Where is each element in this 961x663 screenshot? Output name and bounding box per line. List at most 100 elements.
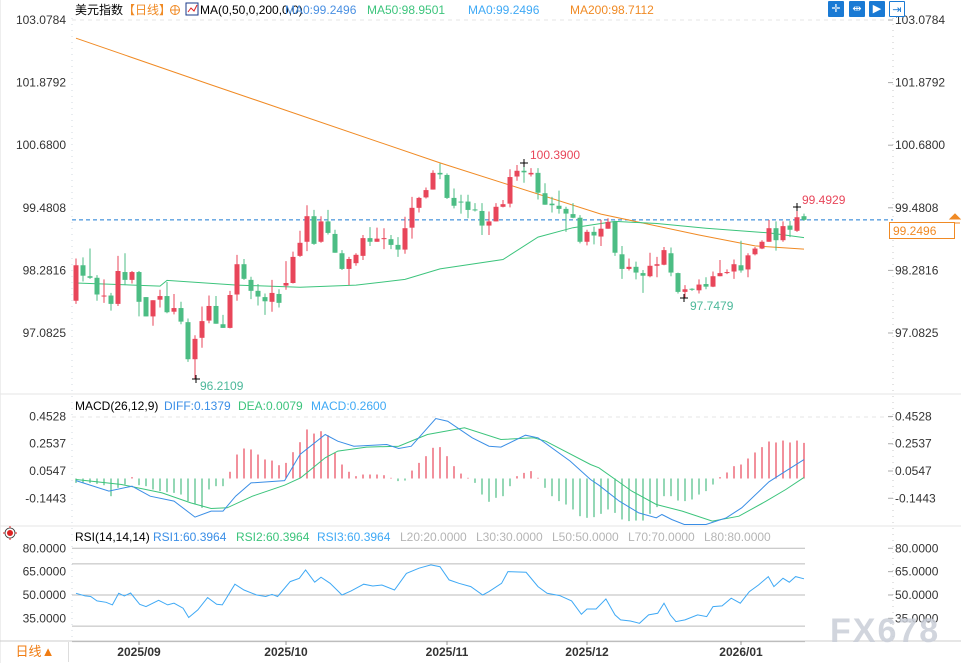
candle [633, 261, 639, 280]
candle-body [787, 225, 793, 230]
candle-body [570, 214, 576, 218]
macd-axis: 0.4528 0.4528 0.2537 0.2537 0.0547 0.0547 -0.1… [25, 409, 936, 505]
candle-body [73, 265, 79, 301]
candle-body [528, 172, 534, 175]
low-label: 96.2109 [200, 379, 244, 393]
candle [353, 253, 359, 266]
candle-body [360, 238, 366, 256]
watermark-logo: FX678 [830, 612, 941, 650]
date-label: 2025/10 [264, 645, 308, 659]
candle [542, 183, 548, 205]
candle [689, 288, 695, 291]
candle-body [626, 266, 632, 269]
fit-range-icon[interactable]: ⇹ [849, 1, 865, 17]
candle [577, 215, 583, 244]
macd-value: MACD:0.2600 [311, 399, 387, 413]
indicator-chart-icon[interactable] [185, 2, 199, 16]
candle-body [311, 216, 317, 244]
candle-body [199, 321, 205, 338]
candle-body [171, 308, 177, 312]
jump-latest-icon[interactable]: ⇥ [889, 1, 905, 17]
left-axis-label: 103.0784 [16, 13, 66, 27]
period-selector[interactable]: 日线▲ [2, 642, 69, 662]
candle [724, 269, 730, 275]
date-label: 2025/09 [117, 645, 161, 659]
candle [304, 205, 310, 252]
candle [129, 270, 135, 284]
candle-body [227, 295, 233, 328]
candle [661, 246, 667, 266]
candle [388, 234, 394, 250]
candle-body [129, 272, 135, 280]
candle [262, 293, 268, 315]
candle-body [647, 265, 653, 277]
candle [409, 196, 415, 239]
candle [360, 234, 366, 261]
macd-header: MACD(26,12,9) DIFF:0.1379 DEA:0.0079 MAC… [75, 399, 387, 413]
candle-body [262, 297, 268, 302]
left-axis-label: 0.2537 [29, 437, 66, 451]
candle-body [80, 265, 86, 276]
candle-body [430, 172, 436, 190]
candle [759, 240, 765, 250]
rsi-settings-icon[interactable] [3, 526, 17, 540]
candle [766, 219, 772, 242]
rsi3-value: RSI3:60.3964 [317, 530, 391, 544]
candle-body [780, 226, 786, 241]
candle-body [388, 239, 394, 245]
rsi-axis: 80.0000 80.0000 65.0000 65.0000 50.0000 50.00… [23, 541, 939, 625]
candle [374, 227, 380, 242]
candle [283, 261, 289, 290]
candle [738, 240, 744, 273]
candle-body [542, 193, 548, 205]
candle [381, 228, 387, 250]
candle-body [654, 264, 660, 266]
candle-body [395, 244, 401, 250]
candle-body [353, 254, 359, 264]
candle-body [325, 221, 331, 233]
candle [430, 170, 436, 190]
candle-body [332, 233, 338, 253]
candle [136, 270, 142, 317]
chart-canvas[interactable]: 103.0784 103.0784101.8792 101.8792100.6800… [0, 0, 961, 663]
left-axis-label: 80.0000 [23, 541, 67, 555]
candle-body [479, 210, 485, 226]
l80-value: L80:80.0000 [704, 530, 771, 544]
candle-body [192, 338, 198, 360]
candle [472, 203, 478, 212]
candle-body [136, 272, 142, 302]
candle-body [556, 205, 562, 209]
candle-body [269, 292, 275, 302]
candle [668, 247, 674, 277]
candle [563, 206, 569, 232]
ma0-value-2: MA0:99.2496 [468, 3, 540, 17]
candle-body [164, 296, 170, 313]
candle [731, 259, 737, 279]
low-marker: 96.2109 [192, 375, 244, 393]
candle-body [122, 272, 128, 280]
candle-body [710, 276, 716, 287]
crosshair-icon[interactable]: ✛ [828, 1, 844, 17]
right-axis-label: 65.0000 [895, 565, 939, 579]
candle-body [339, 253, 345, 269]
candle [696, 279, 702, 294]
crosshair-toggle-icon[interactable] [170, 5, 180, 15]
symbol-name: 美元指数 [75, 2, 123, 17]
candle-body [297, 242, 303, 256]
candle-body [157, 296, 163, 300]
candle [276, 289, 282, 308]
candle [199, 306, 205, 348]
candle-body [801, 216, 807, 220]
rsi1-value: RSI1:60.3964 [153, 530, 227, 544]
left-axis-label: 0.0547 [29, 464, 66, 478]
candle-body [87, 276, 93, 278]
candle-body [794, 217, 800, 231]
candle [206, 295, 212, 324]
candle-body [675, 273, 681, 292]
candle [423, 187, 429, 199]
zoom-right-icon[interactable]: ▶ [869, 1, 885, 17]
candle [157, 289, 163, 308]
right-axis-label: 0.0547 [895, 464, 932, 478]
candle [101, 279, 107, 303]
recent-high-label: 99.4929 [802, 193, 846, 207]
